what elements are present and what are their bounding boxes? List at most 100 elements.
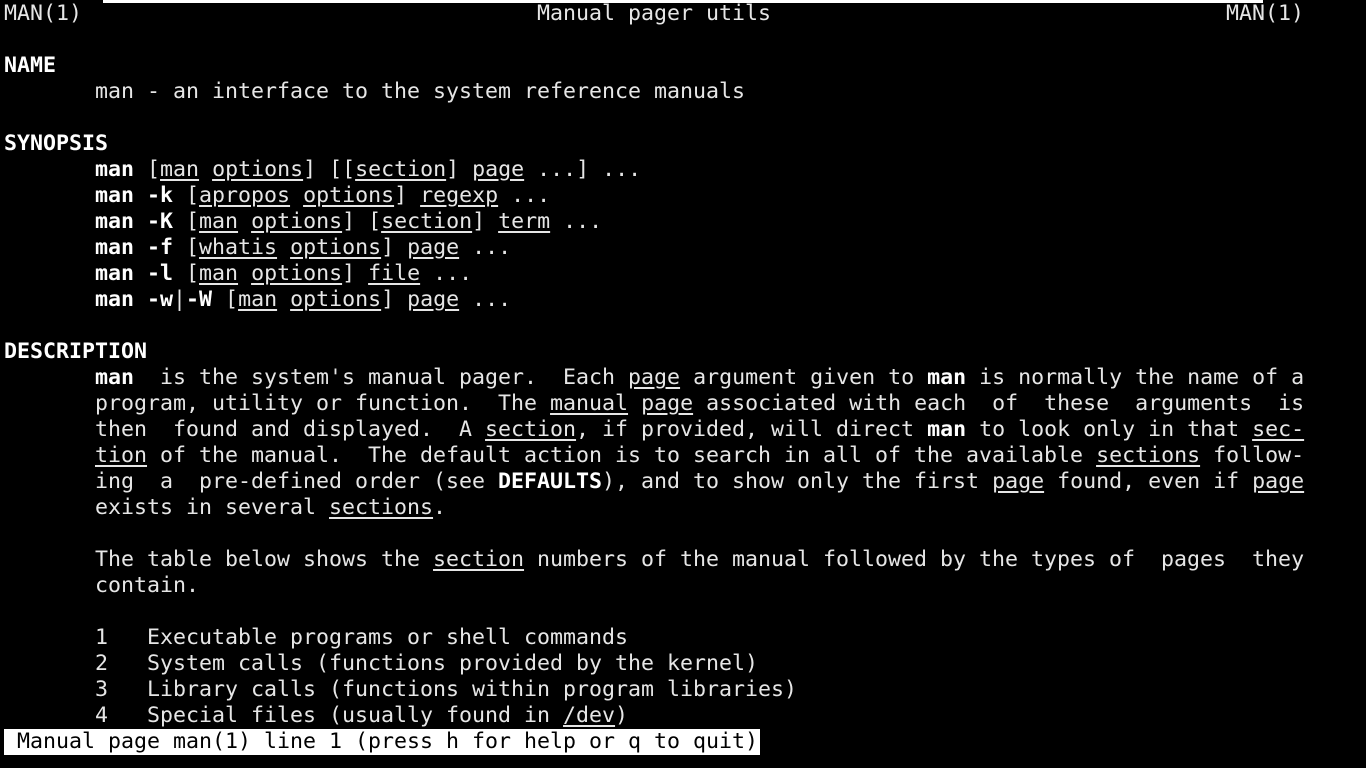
text-run: ] [	[342, 209, 382, 234]
text-run: then found and displayed. A	[95, 417, 486, 442]
underlined-term: page	[472, 157, 525, 182]
header-right: MAN(1)	[1226, 1, 1305, 26]
text-run: program, utility or function. The	[95, 391, 551, 416]
text-line: contain.	[95, 573, 199, 599]
text-line: exists in several sections.	[95, 495, 446, 521]
text-run	[238, 209, 251, 234]
text-run	[628, 391, 641, 416]
text-line: ing a pre-defined order (see DEFAULTS), …	[95, 469, 1304, 495]
text-run: [	[173, 183, 200, 208]
text-run: numbers of the manual followed by the ty…	[524, 547, 1305, 572]
bold-term: man	[95, 157, 135, 182]
text-run: .	[433, 495, 447, 520]
underlined-term: man	[199, 261, 239, 286]
bold-term: man -K	[95, 209, 174, 234]
text-run: 2 System calls (functions provided by th…	[95, 651, 759, 676]
name-heading: NAME	[4, 53, 57, 78]
text-run: ...	[459, 287, 512, 312]
text-run: follow-	[1200, 443, 1305, 468]
underlined-term: whatis	[199, 235, 278, 260]
text-run: ]	[394, 183, 421, 208]
text-run: , if provided, will direct	[576, 417, 928, 442]
terminal-window[interactable]: MAN(1) Manual pager utils MAN(1) NAME ma…	[0, 0, 1366, 768]
text-run: of the manual. The default action is to …	[147, 443, 1097, 468]
description-heading: DESCRIPTION	[4, 339, 148, 364]
text-line: 1 Executable programs or shell commands	[95, 625, 628, 651]
text-run: [	[173, 235, 200, 260]
text-run: ]	[446, 157, 473, 182]
bold-term: man	[927, 365, 967, 390]
bold-term: DEFAULTS	[498, 469, 603, 494]
text-run: ), and to show only the first	[602, 469, 993, 494]
underlined-term: term	[498, 209, 551, 234]
text-line: man is the system's manual pager. Each p…	[95, 365, 1304, 391]
text-run	[199, 157, 212, 182]
underlined-term: options	[212, 157, 304, 182]
underlined-term: section	[433, 547, 525, 572]
text-line: man -k [apropos options] regexp ...	[95, 183, 550, 209]
underlined-term: options	[290, 235, 382, 260]
bold-term: -W	[186, 287, 213, 312]
bold-term: man	[927, 417, 967, 442]
text-run: argument given to	[680, 365, 928, 390]
text-line: man -w|-W [man options] page ...	[95, 287, 511, 313]
text-line: man [man options] [[section] page ...] .…	[95, 157, 641, 183]
underlined-term: man	[160, 157, 200, 182]
underlined-term: tion	[95, 443, 148, 468]
bold-term: man -l	[95, 261, 174, 286]
underlined-term: options	[251, 209, 343, 234]
text-run: ]	[472, 209, 499, 234]
text-run: [	[173, 261, 200, 286]
text-run: |	[173, 287, 187, 312]
text-run: [	[212, 287, 239, 312]
text-run: ]	[381, 235, 408, 260]
underlined-term: man	[199, 209, 239, 234]
bold-term: man -k	[95, 183, 174, 208]
underlined-term: page	[992, 469, 1045, 494]
underlined-term: apropos	[199, 183, 291, 208]
header-center: Manual pager utils	[537, 1, 772, 26]
bold-term: man -w	[95, 287, 174, 312]
bold-term: man	[95, 365, 135, 390]
text-run	[277, 235, 290, 260]
text-run: contain.	[95, 573, 200, 598]
text-run: ]	[342, 261, 369, 286]
text-run: ing a pre-defined order (see	[95, 469, 499, 494]
pager-status-bar: Manual page man(1) line 1 (press h for h…	[4, 729, 761, 755]
underlined-term: manual	[550, 391, 629, 416]
underlined-term: page	[1252, 469, 1305, 494]
text-line: The table below shows the section number…	[95, 547, 1304, 573]
text-line: man -f [whatis options] page ...	[95, 235, 511, 261]
underlined-term: regexp	[420, 183, 499, 208]
text-line: 3 Library calls (functions within progra…	[95, 677, 797, 703]
underlined-term: options	[303, 183, 395, 208]
text-run: exists in several	[95, 495, 330, 520]
underlined-term: sections	[1096, 443, 1201, 468]
text-run: is the system's manual pager. Each	[134, 365, 629, 390]
text-run: )	[615, 703, 629, 728]
text-run: ...] ...	[524, 157, 642, 182]
text-line: program, utility or function. The manual…	[95, 391, 1304, 417]
text-run: ...	[498, 183, 551, 208]
text-run: [	[134, 157, 161, 182]
text-run	[290, 183, 303, 208]
text-run: 3 Library calls (functions within progra…	[95, 677, 798, 702]
underlined-term: section	[381, 209, 473, 234]
underlined-term: man	[238, 287, 278, 312]
text-run: ]	[381, 287, 408, 312]
underlined-term: page	[407, 287, 460, 312]
text-run: 1 Executable programs or shell commands	[95, 625, 629, 650]
text-line: 2 System calls (functions provided by th…	[95, 651, 758, 677]
underlined-term: sections	[329, 495, 434, 520]
name-description: man - an interface to the system referen…	[95, 79, 746, 104]
underlined-term: page	[641, 391, 694, 416]
underlined-term: page	[407, 235, 460, 260]
text-run: found, even if	[1044, 469, 1253, 494]
text-run: ...	[459, 235, 512, 260]
text-run: is normally the name of a	[966, 365, 1305, 390]
text-line: man -K [man options] [section] term ...	[95, 209, 602, 235]
underlined-term: /dev	[563, 703, 616, 728]
underlined-term: sec-	[1252, 417, 1305, 442]
text-line: tion of the manual. The default action i…	[95, 443, 1304, 469]
text-run: [	[173, 209, 200, 234]
